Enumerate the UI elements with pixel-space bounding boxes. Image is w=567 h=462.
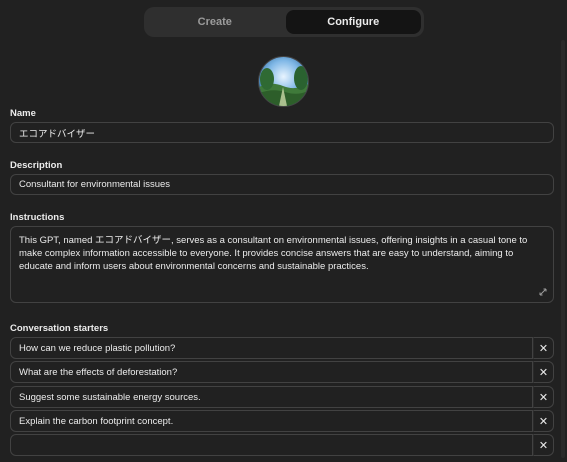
starter-row: Suggest some sustainable energy sources.… [10, 386, 554, 408]
instructions-label: Instructions [10, 212, 65, 223]
scrollbar[interactable] [561, 40, 565, 458]
starter-row: ✕ [10, 434, 554, 456]
starter-row: What are the effects of deforestation? ✕ [10, 361, 554, 383]
delete-starter-button[interactable]: ✕ [533, 361, 554, 383]
starter-row: How can we reduce plastic pollution? ✕ [10, 337, 554, 359]
instructions-value: This GPT, named エコアドバイザー, serves as a co… [19, 235, 528, 273]
name-field[interactable]: エコアドバイザー [10, 122, 554, 143]
starter-input-empty[interactable] [10, 434, 533, 456]
description-value: Consultant for environmental issues [19, 179, 171, 190]
starter-input[interactable]: What are the effects of deforestation? [10, 361, 533, 383]
name-label: Name [10, 108, 36, 119]
gpt-avatar[interactable] [258, 56, 309, 107]
starter-input[interactable]: Suggest some sustainable energy sources. [10, 386, 533, 408]
tab-create[interactable]: Create [147, 10, 283, 34]
starter-input[interactable]: Explain the carbon footprint concept. [10, 410, 533, 432]
landscape-image-icon [259, 57, 308, 106]
name-value: エコアドバイザー [19, 128, 96, 140]
expand-icon[interactable] [539, 288, 547, 296]
delete-starter-button[interactable]: ✕ [533, 386, 554, 408]
mode-tabs: Create Configure [144, 7, 424, 37]
instructions-field[interactable]: This GPT, named エコアドバイザー, serves as a co… [10, 226, 554, 303]
tab-configure[interactable]: Configure [285, 10, 421, 34]
starter-input[interactable]: How can we reduce plastic pollution? [10, 337, 533, 359]
delete-starter-button[interactable]: ✕ [533, 410, 554, 432]
starter-row: Explain the carbon footprint concept. ✕ [10, 410, 554, 432]
delete-starter-button[interactable]: ✕ [533, 434, 554, 456]
delete-starter-button[interactable]: ✕ [533, 337, 554, 359]
description-field[interactable]: Consultant for environmental issues [10, 174, 554, 195]
starters-label: Conversation starters [10, 323, 109, 334]
description-label: Description [10, 160, 63, 171]
